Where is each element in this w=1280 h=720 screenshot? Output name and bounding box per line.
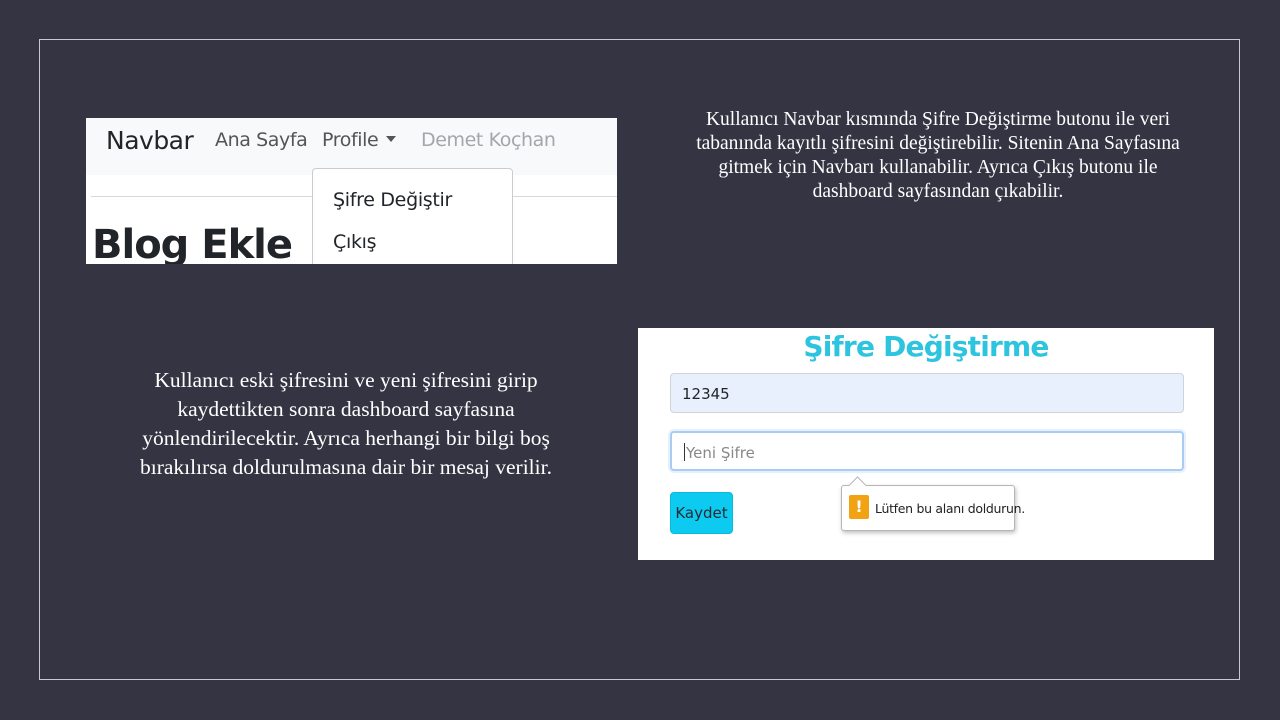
- caption-navbar-description: Kullanıcı Navbar kısmında Şifre Değiştir…: [696, 109, 1180, 202]
- new-password-field[interactable]: Yeni Şifre: [670, 431, 1184, 471]
- dropdown-item-change-password[interactable]: Şifre Değiştir: [333, 189, 452, 211]
- nav-user-name: Demet Koçhan: [421, 129, 556, 151]
- dropdown-item-logout[interactable]: Çıkış: [333, 231, 377, 253]
- nav-dropdown-profile-label: Profile: [322, 129, 379, 151]
- new-password-placeholder: Yeni Şifre: [686, 444, 755, 462]
- tooltip-arrow: [848, 476, 867, 495]
- old-password-field[interactable]: 12345: [670, 373, 1184, 413]
- validation-tooltip: ! Lütfen bu alanı doldurun.: [841, 476, 1025, 531]
- exclamation-warning-icon: !: [849, 495, 869, 519]
- nav-dropdown-profile[interactable]: Profile: [322, 129, 397, 151]
- navbar-brand[interactable]: Navbar: [106, 126, 194, 155]
- caption-password-description: Kullanıcı eski şifresini ve yeni şifresi…: [140, 368, 552, 479]
- navbar-screenshot: Navbar Ana Sayfa Profile Demet Koçhan Bl…: [86, 118, 617, 264]
- nav-link-home[interactable]: Ana Sayfa: [215, 129, 308, 151]
- page-heading: Blog Ekle: [92, 222, 293, 264]
- save-button[interactable]: Kaydet: [670, 492, 733, 534]
- navbar: Navbar Ana Sayfa Profile Demet Koçhan: [86, 118, 617, 175]
- profile-dropdown-menu: Şifre Değiştir Çıkış: [312, 168, 513, 264]
- validation-message: Lütfen bu alanı doldurun.: [875, 501, 1025, 516]
- password-form-screenshot: Şifre Değiştirme 12345 Yeni Şifre Kaydet…: [638, 328, 1214, 560]
- text-cursor: [684, 443, 685, 461]
- form-title: Şifre Değiştirme: [803, 330, 1049, 363]
- caret-down-icon: [386, 136, 397, 142]
